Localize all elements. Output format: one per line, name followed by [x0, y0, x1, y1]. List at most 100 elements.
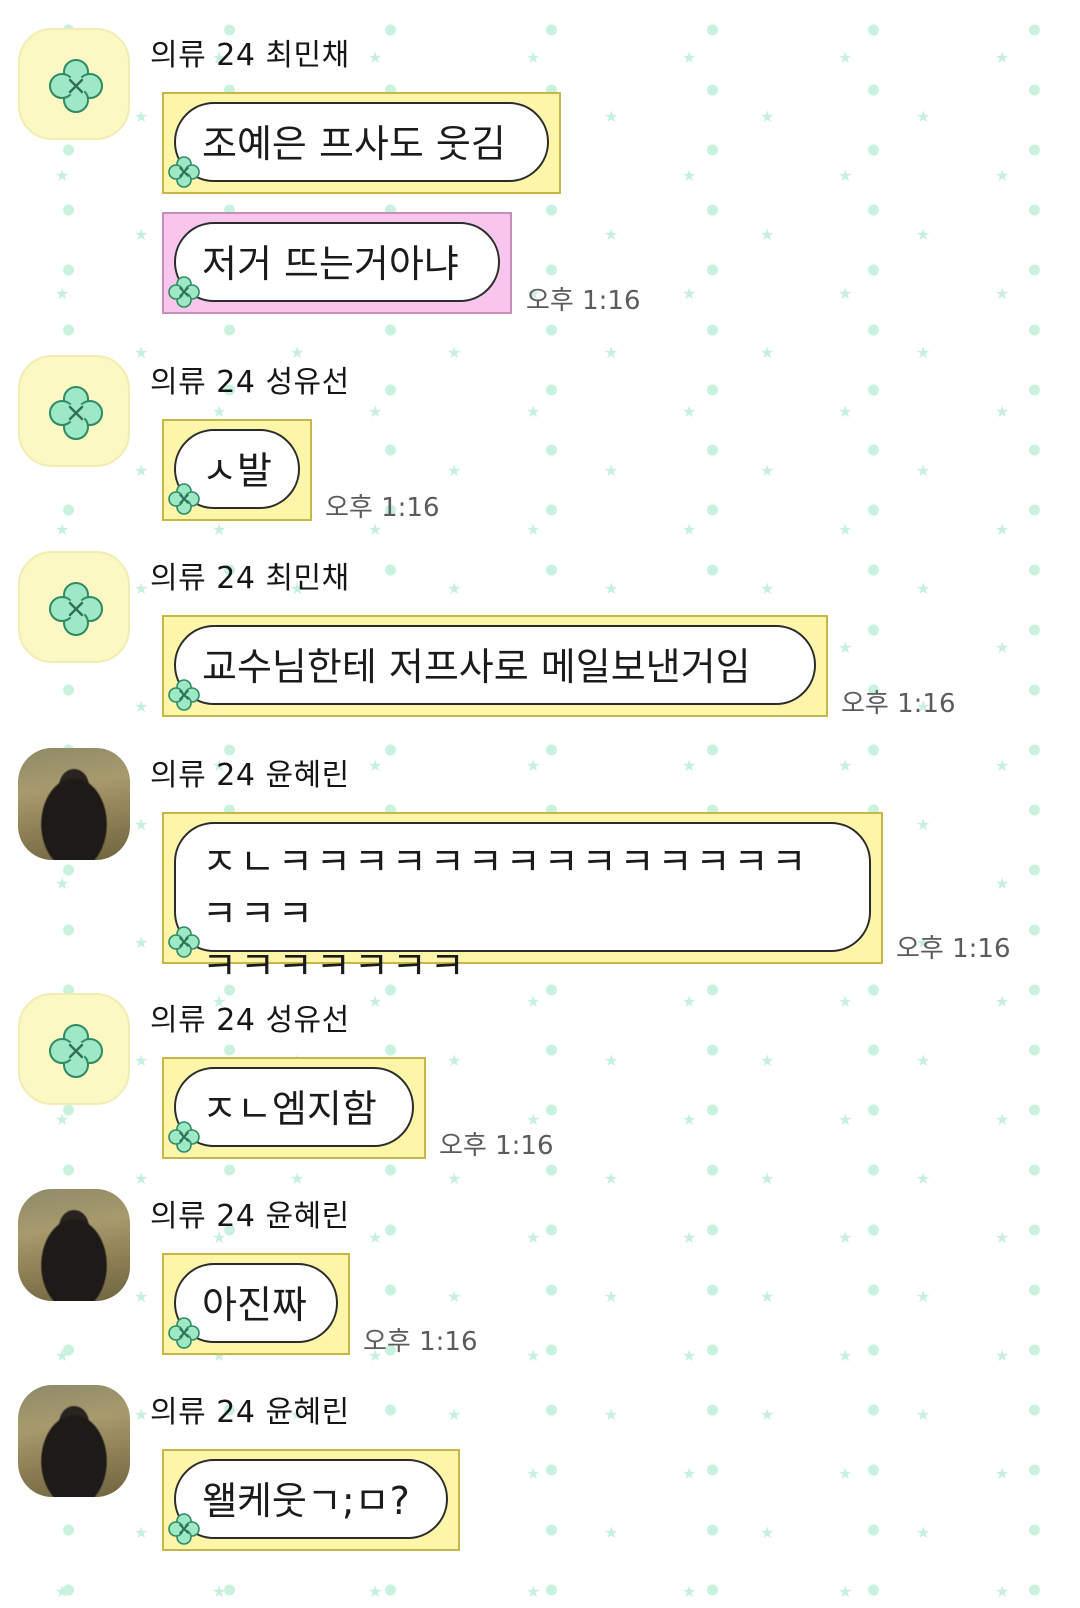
- avatar[interactable]: [18, 993, 130, 1105]
- star-decoration: ★: [55, 1346, 70, 1365]
- message-text: ㅈㄴ엠지함: [174, 1067, 414, 1147]
- message-row: 왤케웃ㄱ;ㅁ?: [162, 1449, 460, 1551]
- star-decoration: ★: [838, 1346, 853, 1365]
- message-row: ㅈㄴㅋㅋㅋㅋㅋㅋㅋㅋㅋㅋㅋㅋㅋㅋㅋㅋㅋ ㅋㅋㅋㅋㅋㅋㅋ: [162, 812, 883, 988]
- star-decoration: ★: [916, 579, 931, 598]
- avatar[interactable]: [18, 1189, 130, 1301]
- star-decoration: ★: [55, 520, 70, 539]
- star-decoration: ★: [682, 402, 697, 421]
- star-decoration: ★: [447, 1169, 462, 1188]
- star-decoration: ★: [134, 1051, 149, 1070]
- message-row: 저거 뜨는거아냐: [162, 212, 512, 314]
- message-bubble-frame[interactable]: 아진짜: [162, 1253, 350, 1355]
- avatar[interactable]: [18, 28, 130, 140]
- message-bubble-frame[interactable]: 교수님한테 저프사로 메일보낸거임: [162, 615, 828, 717]
- star-decoration: ★: [212, 1582, 227, 1601]
- star-decoration: ★: [995, 166, 1010, 185]
- message-text: ㅈㄴㅋㅋㅋㅋㅋㅋㅋㅋㅋㅋㅋㅋㅋㅋㅋㅋㅋ ㅋㅋㅋㅋㅋㅋㅋ: [174, 822, 871, 988]
- sender-name: 의류 24 최민채: [150, 561, 350, 596]
- message-row: ㅅ발: [162, 419, 312, 521]
- star-decoration: ★: [368, 1582, 383, 1601]
- star-decoration: ★: [368, 992, 383, 1011]
- message-bubble-frame[interactable]: 저거 뜨는거아냐: [162, 212, 512, 314]
- star-decoration: ★: [134, 343, 149, 362]
- clover-icon: [168, 1121, 200, 1153]
- star-decoration: ★: [916, 1523, 931, 1542]
- message-bubble-frame[interactable]: 조예은 프사도 웃김: [162, 92, 561, 194]
- clover-icon: [49, 386, 103, 440]
- star-decoration: ★: [760, 579, 775, 598]
- star-decoration: ★: [682, 48, 697, 67]
- message-bubble-frame[interactable]: ㅈㄴ엠지함: [162, 1057, 426, 1159]
- star-decoration: ★: [916, 107, 931, 126]
- star-decoration: ★: [916, 343, 931, 362]
- star-decoration: ★: [995, 284, 1010, 303]
- star-decoration: ★: [838, 284, 853, 303]
- star-decoration: ★: [760, 1051, 775, 1070]
- star-decoration: ★: [526, 48, 541, 67]
- message-timestamp: 오후 1:16: [526, 286, 641, 316]
- star-decoration: ★: [526, 520, 541, 539]
- star-decoration: ★: [682, 166, 697, 185]
- star-decoration: ★: [604, 1169, 619, 1188]
- star-decoration: ★: [838, 638, 853, 657]
- star-decoration: ★: [447, 461, 462, 480]
- message-bubble-frame[interactable]: ㅅ발: [162, 419, 312, 521]
- star-decoration: ★: [604, 107, 619, 126]
- message-text: 교수님한테 저프사로 메일보낸거임: [174, 625, 816, 705]
- star-decoration: ★: [134, 815, 149, 834]
- message-text: 조예은 프사도 웃김: [174, 102, 549, 182]
- message-timestamp: 오후 1:16: [439, 1131, 554, 1161]
- star-decoration: ★: [526, 992, 541, 1011]
- star-decoration: ★: [134, 461, 149, 480]
- star-decoration: ★: [604, 225, 619, 244]
- avatar[interactable]: [18, 355, 130, 467]
- avatar[interactable]: [18, 1385, 130, 1497]
- star-decoration: ★: [526, 1346, 541, 1365]
- star-decoration: ★: [526, 402, 541, 421]
- message-bubble-frame[interactable]: 왤케웃ㄱ;ㅁ?: [162, 1449, 460, 1551]
- star-decoration: ★: [838, 166, 853, 185]
- star-decoration: ★: [760, 1287, 775, 1306]
- star-decoration: ★: [838, 992, 853, 1011]
- star-decoration: ★: [447, 343, 462, 362]
- star-decoration: ★: [368, 520, 383, 539]
- star-decoration: ★: [838, 520, 853, 539]
- star-decoration: ★: [526, 1228, 541, 1247]
- sender-name: 의류 24 윤혜린: [150, 1199, 350, 1234]
- star-decoration: ★: [604, 1523, 619, 1542]
- message-text-line: ㅈㄴㅋㅋㅋㅋㅋㅋㅋㅋㅋㅋㅋㅋㅋㅋㅋㅋㅋ: [202, 840, 810, 936]
- star-decoration: ★: [368, 48, 383, 67]
- sender-name: 의류 24 윤혜린: [150, 758, 350, 793]
- star-decoration: ★: [134, 933, 149, 952]
- star-decoration: ★: [682, 520, 697, 539]
- star-decoration: ★: [134, 107, 149, 126]
- star-decoration: ★: [916, 1169, 931, 1188]
- star-decoration: ★: [838, 1582, 853, 1601]
- sender-name: 의류 24 성유선: [150, 1003, 350, 1038]
- message-row: 아진짜: [162, 1253, 350, 1355]
- star-decoration: ★: [995, 1464, 1010, 1483]
- avatar[interactable]: [18, 748, 130, 860]
- clover-icon: [49, 582, 103, 636]
- message-bubble-frame[interactable]: ㅈㄴㅋㅋㅋㅋㅋㅋㅋㅋㅋㅋㅋㅋㅋㅋㅋㅋㅋ ㅋㅋㅋㅋㅋㅋㅋ: [162, 812, 883, 988]
- star-decoration: ★: [760, 225, 775, 244]
- star-decoration: ★: [838, 1110, 853, 1129]
- star-decoration: ★: [760, 461, 775, 480]
- star-decoration: ★: [55, 166, 70, 185]
- star-decoration: ★: [447, 1405, 462, 1424]
- message-row: 조예은 프사도 웃김: [162, 92, 561, 194]
- avatar[interactable]: [18, 551, 130, 663]
- star-decoration: ★: [838, 756, 853, 775]
- star-decoration: ★: [212, 402, 227, 421]
- star-decoration: ★: [916, 461, 931, 480]
- star-decoration: ★: [916, 815, 931, 834]
- star-decoration: ★: [760, 343, 775, 362]
- star-decoration: ★: [290, 1169, 305, 1188]
- star-decoration: ★: [447, 1287, 462, 1306]
- message-text: 왤케웃ㄱ;ㅁ?: [174, 1459, 448, 1539]
- star-decoration: ★: [134, 1523, 149, 1542]
- message-timestamp: 오후 1:16: [325, 493, 440, 523]
- star-decoration: ★: [995, 638, 1010, 657]
- star-decoration: ★: [995, 1110, 1010, 1129]
